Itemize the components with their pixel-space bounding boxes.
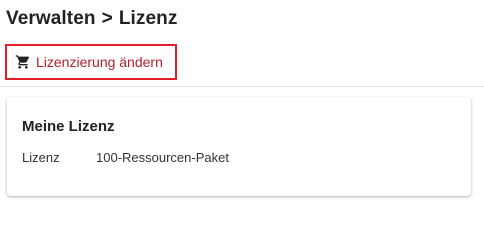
license-page: Verwalten > Lizenz Lizenzierung ändern Mei… xyxy=(0,0,484,205)
license-card: Meine Lizenz Lizenz 100-Ressourcen-Paket xyxy=(7,97,471,196)
change-license-label: Lizenzierung ändern xyxy=(36,54,163,70)
license-field-label: Lizenz xyxy=(22,150,60,165)
toolbar-divider xyxy=(0,86,484,87)
shopping-cart-icon xyxy=(15,54,31,70)
change-license-button[interactable]: Lizenzierung ändern xyxy=(5,44,177,80)
breadcrumb-current: Lizenz xyxy=(118,8,178,29)
breadcrumb-parent[interactable]: Verwalten xyxy=(6,8,96,29)
license-field-value: 100-Ressourcen-Paket xyxy=(96,150,229,165)
breadcrumb-separator: > xyxy=(101,8,113,29)
breadcrumb: Verwalten > Lizenz xyxy=(6,8,178,30)
license-card-title: Meine Lizenz xyxy=(22,118,115,135)
